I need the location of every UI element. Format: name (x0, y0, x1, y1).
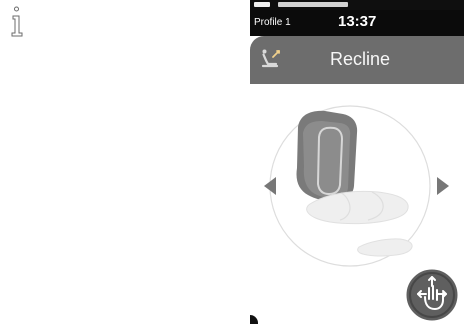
wheelchair-control-screen: Profile 1 13:37 Recline (250, 0, 464, 324)
screen-top-edge (250, 0, 464, 10)
info-icon[interactable] (8, 6, 26, 38)
status-bar: Profile 1 13:37 (250, 10, 464, 36)
seat-recline-function-icon (261, 49, 280, 68)
time-label: 13:37 (338, 13, 377, 30)
battery-indicator-center (278, 2, 348, 7)
profile-label: Profile 1 (254, 17, 291, 28)
seat-adjustment-area (250, 84, 464, 324)
screenshot-root: Profile 1 13:37 Recline (0, 0, 464, 324)
screen-title: Recline (330, 49, 391, 69)
gesture-button[interactable] (402, 265, 464, 324)
battery-indicator-left (254, 2, 270, 7)
screen-title-bar: Recline (250, 36, 464, 84)
left-arrow-icon[interactable] (262, 174, 278, 198)
right-arrow-icon[interactable] (435, 174, 451, 198)
